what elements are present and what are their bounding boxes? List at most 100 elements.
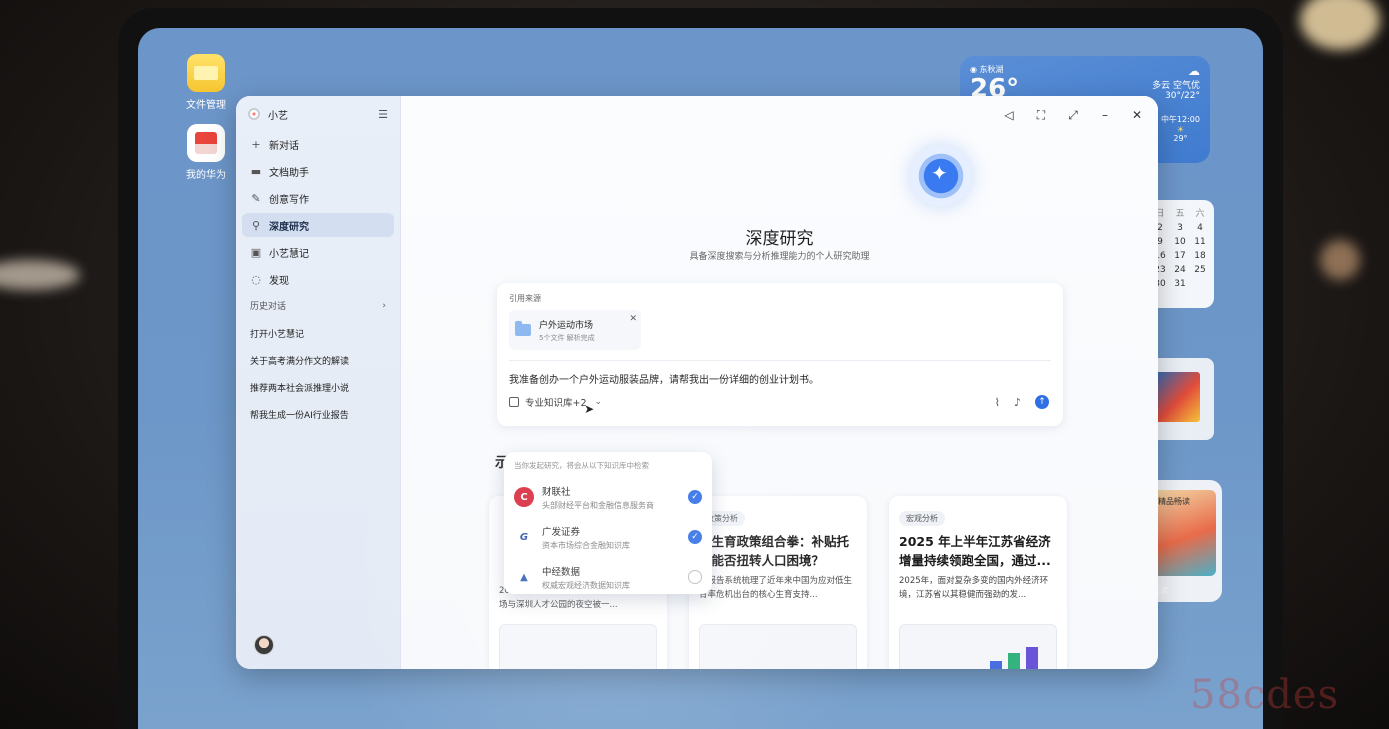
calendar-day[interactable]: 10 [1170,237,1190,247]
card-tag: 宏观分析 [899,511,945,526]
calendar-day[interactable]: 3 [1170,223,1190,233]
cited-source-card[interactable]: 户外运动市场 5个文件 解析完成 ✕ [509,310,641,350]
notes-icon: ▣ [250,245,262,259]
sidebar-item-label: 发现 [269,275,289,287]
close-icon[interactable]: ✕ [1130,108,1144,123]
example-cards: 2025年8月26日晚8时26分，深圳市民广场与深圳人才公园的夜空被一... 政… [489,496,1069,669]
weather-hourly: 中午12:00 ☀ 29° [1160,115,1200,143]
card-title: 国生育政策组合拳：补贴托育能否扭转人口困境？ [699,534,850,568]
desktop-screen: 文件管理 我的华为 ◉ 东秋湖 26° ☁ 多云 空气优 30°/22° 中午1… [138,28,1263,729]
calendar-day[interactable]: 24 [1170,265,1190,275]
cite-meta: 5个文件 解析完成 [539,333,595,342]
sidebar-item-doc-assistant[interactable]: ▬ 文档助手 [242,159,394,183]
card-desc: 2025年，面对复杂多变的国内外经济环境，江苏省以其稳健而强劲的发... [899,576,1049,600]
history-item[interactable]: 打开小艺慧记 [242,322,394,349]
composer: 引用来源 户外运动市场 5个文件 解析完成 ✕ 我准备创办一个户外运动服装品牌，… [497,283,1063,426]
dropdown-hint: 当你发起研究，将会从以下知识库中检索 [514,461,649,470]
app-title: 小艺 [268,110,288,122]
knowledge-base-dropdown: 当你发起研究，将会从以下知识库中检索 C 财联社 头部财经平台和金融信息服务商 … [504,452,712,594]
history-item[interactable]: 关于高考满分作文的解读 [242,349,394,376]
desktop-icon-myhuawei[interactable]: 我的华为 [176,124,236,181]
divider [509,360,1051,361]
calendar-day[interactable]: 25 [1190,265,1210,275]
send-button[interactable]: ↑ [1035,395,1049,409]
kb-option-gf-securities[interactable]: G 广发证券 资本市场综合金融知识库 ✓ [514,517,702,557]
desktop-icon-label: 我的华为 [186,170,226,181]
page-title: 深度研究 [745,229,814,249]
pen-icon: ✎ [251,191,261,205]
examples-title: 示 [495,455,509,471]
xiaoyi-app-window: 小艺 ☰ + 新对话 ▬ 文档助手 ✎ 创意写作 ⚲ 深度研究 ▣ 小艺慧记 ◌ 发现 历史… [236,96,1158,669]
bokeh-light [1320,240,1360,280]
calendar-day[interactable]: 11 [1190,237,1210,247]
discover-icon: ◌ [251,272,261,286]
sidebar-item-discover[interactable]: ◌ 发现 [242,267,394,291]
calendar-day[interactable]: 18 [1190,251,1210,261]
prompt-input[interactable]: 我准备创办一个户外运动服装品牌，请帮我出一份详细的创业计划书。 [509,371,1051,386]
card-thumbnail [899,624,1057,669]
book-icon [509,397,519,407]
close-icon[interactable]: ✕ [629,314,637,324]
mouse-cursor-icon: ➤ [584,402,595,416]
checkbox-checked-icon[interactable]: ✓ [688,530,702,544]
gift-icon [187,124,225,162]
cite-label: 引用来源 [509,294,541,303]
microphone-icon[interactable]: ♪ [1014,396,1021,409]
sidebar-item-label: 小艺慧记 [269,248,309,260]
composer-toolbar: 专业知识库+2 ⌄ ➤ ⌇ ♪ ↑ [509,388,1049,416]
calendar-grid: 日五六 2 3 4 9 10 11 16 17 18 23 24 25 30 31 [1150,206,1210,289]
chevron-down-icon: ⌄ [594,397,603,407]
kb-label: 专业知识库+2 [525,398,587,409]
card-thumbnail [699,624,857,669]
kb-option-name: 广发证券 [542,526,581,538]
knowledge-base-selector[interactable]: 专业知识库+2 ⌄ [509,395,602,409]
kb-option-name: 财联社 [542,486,571,498]
history-item[interactable]: 帮我生成一份AI行业报告 [242,403,394,430]
sun-icon: ☀ [1176,125,1185,134]
document-icon: ▬ [250,164,262,178]
sidebar-item-new-chat[interactable]: + 新对话 [242,132,394,156]
card-desc: 2025年8月26日晚8时26分，深圳市民广场与深圳人才公园的夜空被一... [499,586,656,610]
example-card[interactable]: 政策分析 国生育政策组合拳：补贴托育能否扭转人口困境？ 本报告系统梳理了近年来中… [689,496,867,669]
history-section-header[interactable]: 历史对话 › [242,299,394,313]
reading-subtitle: 精品畅读 [1158,497,1190,506]
kb-option-zhongjing-data[interactable]: ▲ 中经数据 权威宏观经济数据知识库 [514,557,702,597]
watermark: 58cdes [1190,672,1340,718]
composer-actions: ⌇ ♪ ↑ [995,395,1049,409]
history-item[interactable]: 推荐两本社会派推理小说 [242,376,394,403]
checkbox-checked-icon[interactable]: ✓ [688,490,702,504]
attach-icon[interactable]: ⌇ [995,396,1000,409]
checkbox-unchecked-icon[interactable] [688,570,702,584]
sidebar-item-deep-research[interactable]: ⚲ 深度研究 [242,213,394,237]
fullscreen-icon[interactable]: ⛶ [1034,108,1048,123]
calendar-day[interactable]: 4 [1190,223,1210,233]
restore-icon[interactable]: ⤢ [1066,108,1080,123]
card-thumbnail [499,624,657,669]
minimize-icon[interactable]: – [1098,108,1112,123]
avatar[interactable] [254,635,274,655]
calendar-day[interactable] [1190,279,1210,289]
card-tag: 政策分析 [699,511,745,526]
example-card[interactable]: 2025年8月26日晚8时26分，深圳市民广场与深圳人才公园的夜空被一... [489,496,667,669]
calendar-day[interactable]: 31 [1170,279,1190,289]
sidebar-header: 小艺 ☰ [242,104,394,124]
book-cover-image [1154,372,1200,422]
kb-option-desc: 头部财经平台和金融信息服务商 [542,500,654,510]
calendar-day[interactable]: 17 [1170,251,1190,261]
calendar-weekday: 五 [1175,209,1185,219]
chevron-right-icon: › [382,300,386,311]
kb-option-cailianshe[interactable]: C 财联社 头部财经平台和金融信息服务商 ✓ [514,477,702,517]
sidebar-toggle-icon[interactable]: ☰ [378,108,388,121]
bokeh-light [1300,0,1380,50]
sidebar-item-creative-writing[interactable]: ✎ 创意写作 [242,186,394,210]
folder-icon [515,321,531,336]
sidebar: 小艺 ☰ + 新对话 ▬ 文档助手 ✎ 创意写作 ⚲ 深度研究 ▣ 小艺慧记 ◌ 发现 历史… [236,96,401,669]
speaker-icon[interactable]: ◁ [1002,108,1016,123]
kb-option-name: 中经数据 [542,566,581,578]
example-card[interactable]: 宏观分析 2025 年上半年江苏省经济增量持续领跑全国，通过... 2025年，… [889,496,1067,669]
desktop-icon-files[interactable]: 文件管理 [176,54,236,111]
search-icon: ⚲ [251,218,261,232]
desktop-icon-label: 文件管理 [186,100,226,111]
deep-research-logo-icon: ✦ [911,146,971,206]
sidebar-item-notes[interactable]: ▣ 小艺慧记 [242,240,394,264]
